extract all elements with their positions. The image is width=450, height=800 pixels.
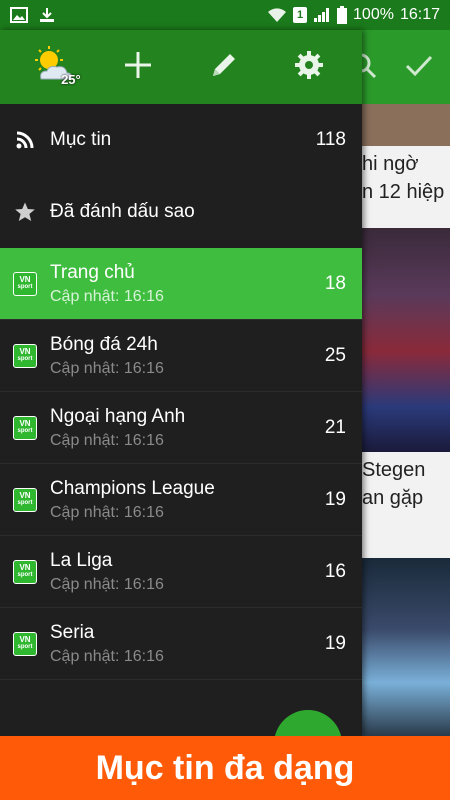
status-bar: 1 100% 16:17 xyxy=(0,0,450,30)
vnsport-logo-icon: VN sport xyxy=(13,559,37,584)
unread-count: 16 xyxy=(324,560,346,582)
add-feed-button[interactable] xyxy=(108,37,168,97)
feed-item-bong-da-24h[interactable]: VN sport Bóng đá 24h Cập nhật: 16:16 25 xyxy=(0,320,362,392)
feed-item-ngoai-hang-anh[interactable]: VN sport Ngoại hạng Anh Cập nhật: 16:16 2… xyxy=(0,392,362,464)
feed-updated-time: Cập nhật: 16:16 xyxy=(50,503,164,521)
feed-title: Seria xyxy=(50,621,95,643)
unread-count: 25 xyxy=(324,344,346,366)
feed-updated-time: Cập nhật: 16:16 xyxy=(50,647,164,665)
download-notification-icon xyxy=(38,6,56,24)
settings-icon xyxy=(294,50,324,85)
wifi-icon xyxy=(267,7,287,23)
check-icon[interactable] xyxy=(404,52,434,85)
feed-item-la-liga[interactable]: VN sport La Liga Cập nhật: 16:16 16 xyxy=(0,536,362,608)
feed-item-champions-league[interactable]: VN sport Champions League Cập nhật: 16:16… xyxy=(0,464,362,536)
promo-banner: Mục tin đa dạng xyxy=(0,736,450,800)
feed-updated-time: Cập nhật: 16:16 xyxy=(50,431,164,449)
add-icon xyxy=(122,49,154,86)
unread-count: 19 xyxy=(324,488,346,510)
battery-percent: 100% xyxy=(353,6,394,23)
article-snippet: an gặp xyxy=(362,487,424,509)
feed-updated-time: Cập nhật: 16:16 xyxy=(50,359,164,377)
rss-icon xyxy=(0,130,50,150)
edit-feeds-button[interactable] xyxy=(194,37,254,97)
article-snippet: hi ngờ xyxy=(362,153,419,175)
star-icon xyxy=(0,201,50,223)
navigation-drawer: 25° Mục tin 118 Đã đánh dấu sao VN sport… xyxy=(0,30,362,736)
feed-title: La Liga xyxy=(50,549,113,571)
clock: 16:17 xyxy=(399,6,440,23)
weather-temperature: 25° xyxy=(61,72,81,87)
feed-title: Champions League xyxy=(50,477,215,499)
drawer-item-all-feeds[interactable]: Mục tin 118 xyxy=(0,104,362,176)
article-photo xyxy=(362,558,450,736)
vnsport-logo-icon: VN sport xyxy=(13,487,37,512)
battery-icon xyxy=(337,6,348,24)
edit-icon xyxy=(208,49,240,86)
feed-title: Ngoại hạng Anh xyxy=(50,405,186,427)
settings-button[interactable] xyxy=(279,37,339,97)
drawer-item-label: Đã đánh dấu sao xyxy=(50,201,195,222)
vnsport-logo-icon: VN sport xyxy=(13,271,37,296)
floating-action-button[interactable] xyxy=(274,710,342,736)
feed-title: Bóng đá 24h xyxy=(50,333,158,355)
drawer-header: 25° xyxy=(0,30,362,104)
drawer-item-label: Mục tin xyxy=(50,129,112,150)
feed-updated-time: Cập nhật: 16:16 xyxy=(50,287,164,305)
vnsport-logo-icon: VN sport xyxy=(13,631,37,656)
feed-item-trang-chu[interactable]: VN sport Trang chủ Cập nhật: 16:16 18 xyxy=(0,248,362,320)
unread-count: 19 xyxy=(324,632,346,654)
sim-slot-badge: 1 xyxy=(293,7,308,23)
feed-updated-time: Cập nhật: 16:16 xyxy=(50,575,164,593)
article-snippet: Stegen xyxy=(362,459,426,481)
article-photo xyxy=(362,228,450,452)
unread-count: 21 xyxy=(324,416,346,438)
weather-button[interactable]: 25° xyxy=(23,37,83,97)
feed-item-seria[interactable]: VN sport Seria Cập nhật: 16:16 19 xyxy=(0,608,362,680)
unread-count: 118 xyxy=(315,129,346,150)
article-thumbnail xyxy=(362,104,450,146)
promo-caption: Mục tin đa dạng xyxy=(95,748,355,787)
signal-icon xyxy=(313,7,331,23)
vnsport-logo-icon: VN sport xyxy=(13,343,37,368)
unread-count: 18 xyxy=(324,272,346,294)
article-snippet: n 12 hiệp xyxy=(362,181,445,203)
vnsport-logo-icon: VN sport xyxy=(13,415,37,440)
feed-title: Trang chủ xyxy=(50,261,135,283)
gallery-notification-icon xyxy=(10,7,28,23)
drawer-item-starred[interactable]: Đã đánh dấu sao xyxy=(0,176,362,248)
